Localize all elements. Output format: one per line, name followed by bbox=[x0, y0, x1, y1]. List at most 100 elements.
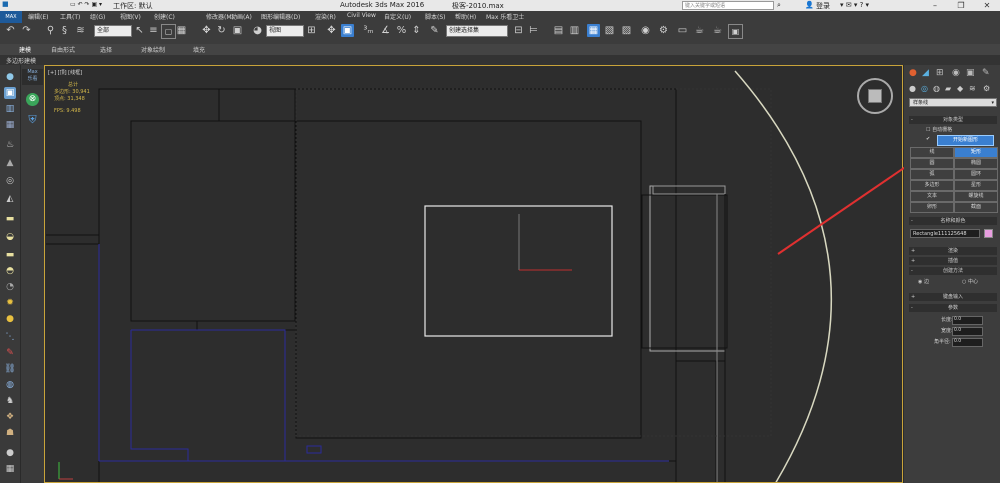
refresh-icon[interactable]: ⊗ bbox=[26, 93, 39, 106]
creation-method-header[interactable]: - 创建方法 bbox=[909, 267, 997, 275]
max-logo-icon[interactable]: MAX bbox=[0, 11, 22, 23]
viewcube-face[interactable] bbox=[868, 89, 882, 103]
rendering-header[interactable]: + 渲染 bbox=[909, 247, 997, 255]
start-new-shape-button[interactable]: 开始新图形 bbox=[937, 135, 994, 146]
spot-light-icon[interactable]: ◓ bbox=[4, 265, 16, 277]
sand-icon[interactable]: ☗ bbox=[4, 427, 16, 439]
create-tab-icon[interactable]: ● bbox=[909, 68, 917, 78]
target-light-icon[interactable]: ▬ bbox=[4, 249, 16, 261]
helper-icon[interactable]: ⋱ bbox=[4, 331, 16, 343]
cameras-icon[interactable]: ▰ bbox=[945, 84, 951, 93]
snaps-toggle-icon[interactable]: ³ₘ bbox=[362, 24, 375, 37]
cylinder-icon[interactable]: ▥ bbox=[4, 103, 16, 115]
interpolation-header[interactable]: + 插值 bbox=[909, 257, 997, 265]
menu-item[interactable]: 组(G) bbox=[90, 12, 105, 21]
ribbon-tab[interactable]: 自由形式 bbox=[51, 45, 75, 54]
schematic-view-icon[interactable]: ▨ bbox=[620, 24, 633, 37]
mirror-icon[interactable]: ⊟ bbox=[512, 24, 525, 37]
shape-type-button[interactable]: 星形 bbox=[954, 180, 998, 191]
shapes-icon[interactable]: ◎ bbox=[921, 84, 928, 93]
biped-icon[interactable]: ♞ bbox=[4, 395, 16, 407]
ribbon-tab[interactable]: 建模 bbox=[19, 45, 31, 54]
corner-radius-spinner[interactable]: 0.0 bbox=[952, 338, 983, 347]
shape-type-button[interactable]: 螺旋线 bbox=[954, 191, 998, 202]
plane-icon[interactable]: ▦ bbox=[4, 119, 16, 131]
display-tab-icon[interactable]: ▣ bbox=[966, 68, 975, 78]
width-spinner[interactable]: 0.0 bbox=[952, 327, 983, 336]
cone-icon[interactable]: ◭ bbox=[4, 193, 16, 205]
start-new-shape-checkbox[interactable]: ✔ bbox=[926, 136, 930, 142]
layer-manager-icon[interactable]: ▤ bbox=[552, 24, 565, 37]
orb-icon[interactable]: ● bbox=[4, 447, 16, 459]
torus-icon[interactable]: ◎ bbox=[4, 175, 16, 187]
percent-snap-icon[interactable]: % bbox=[395, 24, 408, 37]
sphere-icon[interactable]: ● bbox=[4, 71, 16, 83]
unlink-icon[interactable]: § bbox=[58, 24, 71, 37]
menu-item[interactable]: 动画(A) bbox=[231, 12, 252, 21]
search-icon[interactable]: ⌕ bbox=[777, 1, 781, 10]
minimize-icon[interactable]: – bbox=[926, 0, 944, 11]
restore-icon[interactable]: ❐ bbox=[952, 0, 970, 11]
edit-named-sel-icon[interactable]: ✎ bbox=[428, 24, 441, 37]
shape-type-button[interactable]: 线 bbox=[910, 147, 954, 158]
ribbon-sub-label[interactable]: 多边形建模 bbox=[6, 56, 36, 65]
object-color-swatch[interactable] bbox=[984, 229, 993, 238]
render-icon[interactable]: ☕ bbox=[693, 24, 706, 37]
redo-icon[interactable]: ↷ bbox=[20, 24, 33, 37]
menu-item[interactable]: 脚本(S) bbox=[425, 12, 446, 21]
link-icon[interactable]: ⚲ bbox=[44, 24, 57, 37]
bind-spacewarp-icon[interactable]: ≋ bbox=[74, 24, 87, 37]
shape-type-button[interactable]: 圆环 bbox=[954, 169, 998, 180]
pivot-icon[interactable]: ⊞ bbox=[305, 24, 318, 37]
spacewarp-icon[interactable]: ✎ bbox=[4, 347, 16, 359]
shape-type-button[interactable]: 多边形 bbox=[910, 180, 954, 191]
scale-icon[interactable]: ▣ bbox=[231, 24, 244, 37]
select-manipulate-icon[interactable]: ✥ bbox=[325, 24, 338, 37]
method-center-radio[interactable]: ○ 中心 bbox=[962, 278, 978, 285]
keyboard-shortcut-icon[interactable]: ▣ bbox=[341, 24, 354, 37]
a360-icon[interactable]: ▣ bbox=[728, 24, 743, 39]
geometry-icon[interactable]: ● bbox=[909, 84, 916, 93]
utilities-tab-icon[interactable]: ✎ bbox=[982, 68, 990, 78]
shape-type-button[interactable]: 圆 bbox=[910, 158, 954, 169]
omni-light-icon[interactable]: ◒ bbox=[4, 231, 16, 243]
shield-icon[interactable]: ⛨ bbox=[26, 113, 39, 126]
shape-type-button[interactable]: 截面 bbox=[954, 202, 998, 213]
menu-item[interactable]: 工具(T) bbox=[60, 12, 80, 21]
workspace-selector[interactable]: 工作区: 默认 bbox=[113, 1, 153, 11]
teapot-icon[interactable]: ♨ bbox=[4, 139, 16, 151]
move-icon[interactable]: ✥ bbox=[200, 24, 213, 37]
rotate-icon[interactable]: ↻ bbox=[215, 24, 228, 37]
shape-type-button[interactable]: 卵形 bbox=[910, 202, 954, 213]
name-color-header[interactable]: - 名称和颜色 bbox=[909, 217, 997, 225]
box-icon[interactable]: ▣ bbox=[4, 87, 16, 99]
menu-item[interactable]: 编辑(E) bbox=[28, 12, 48, 21]
ribbon-tab[interactable]: 对象绘制 bbox=[141, 45, 165, 54]
render-setup-icon[interactable]: ⚙ bbox=[657, 24, 670, 37]
close-icon[interactable]: ✕ bbox=[978, 0, 996, 11]
object-type-header[interactable]: - 对象类型 bbox=[909, 116, 997, 124]
rect-selection-icon[interactable]: ▢ bbox=[161, 24, 176, 39]
scene-explorer-icon[interactable]: ▦ bbox=[587, 24, 600, 37]
window-crossing-icon[interactable]: ▦ bbox=[175, 24, 188, 37]
viewport-top[interactable]: [+] [顶] [线框] 总计 多边形: 30,941 顶点: 31,348 F… bbox=[44, 65, 903, 483]
modify-tab-icon[interactable]: ◢ bbox=[922, 68, 929, 78]
curve-editor-icon[interactable]: ▧ bbox=[603, 24, 616, 37]
spinner-snap-icon[interactable]: ⇕ bbox=[410, 24, 423, 37]
length-spinner[interactable]: 0.0 bbox=[952, 316, 983, 325]
undo-icon[interactable]: ↶ bbox=[4, 24, 17, 37]
ribbon-tab[interactable]: 选择 bbox=[100, 45, 112, 54]
viewcube-icon[interactable] bbox=[857, 78, 893, 114]
qa-icons[interactable]: ▭ ↶ ↷ ▣ ▾ bbox=[70, 1, 102, 8]
select-object-icon[interactable]: ↖ bbox=[133, 24, 146, 37]
shape-type-button[interactable]: 弧 bbox=[910, 169, 954, 180]
lights-icon[interactable]: ◍ bbox=[933, 84, 940, 93]
camera-icon[interactable]: ◔ bbox=[4, 281, 16, 293]
menu-item[interactable]: 修改器(M) bbox=[206, 12, 234, 21]
parameters-header[interactable]: - 参数 bbox=[909, 304, 997, 312]
menu-item[interactable]: Civil View bbox=[347, 12, 376, 19]
ribbon-toggle-icon[interactable]: ▥ bbox=[568, 24, 581, 37]
light-icon[interactable]: ▬ bbox=[4, 213, 16, 225]
help-icon[interactable]: ▾ ✉ ▾ ? ▾ bbox=[840, 1, 869, 9]
menu-item[interactable]: 自定义(U) bbox=[384, 12, 411, 21]
